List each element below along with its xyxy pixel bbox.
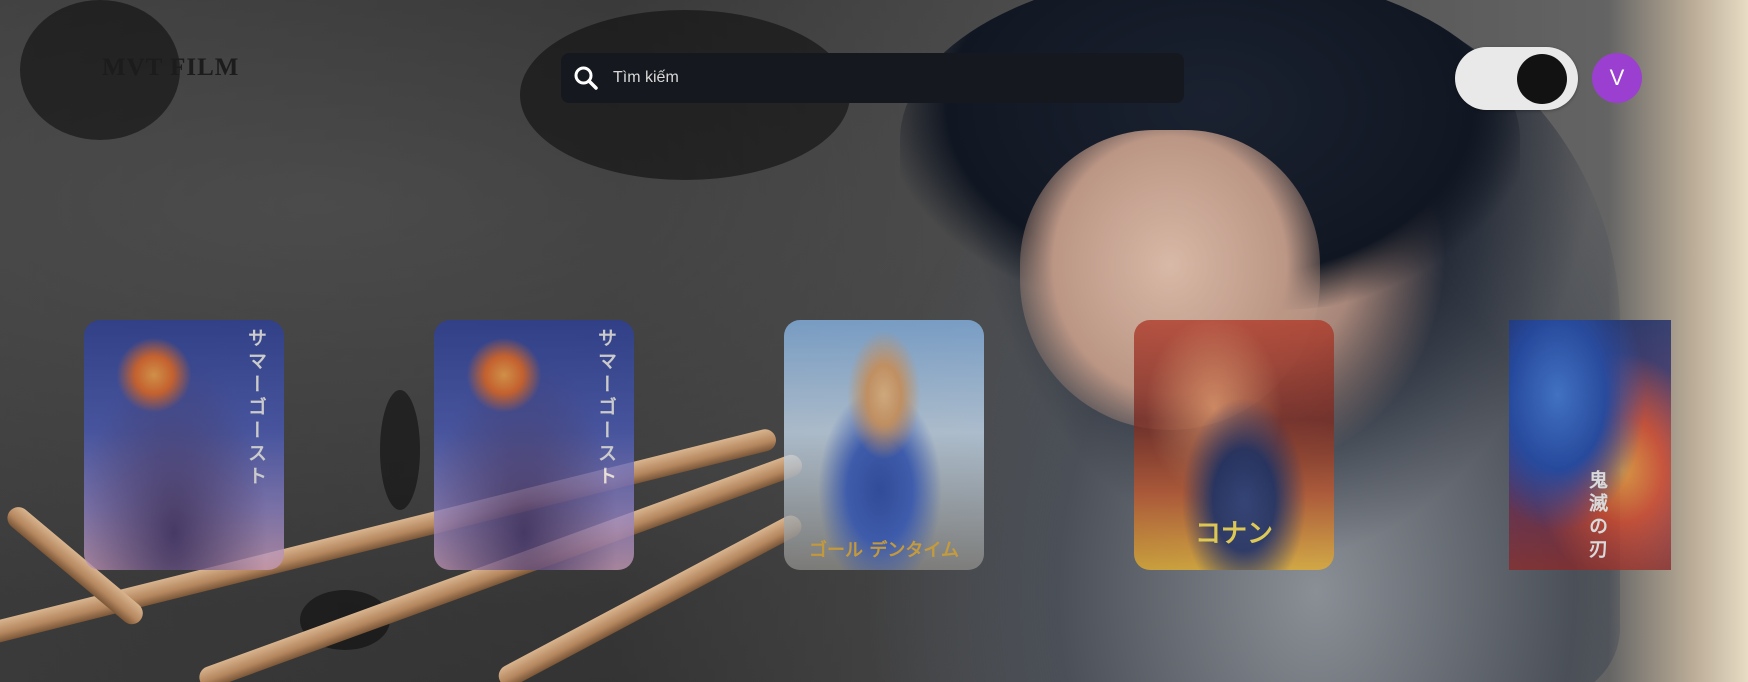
movie-title: ゴール デンタイム: [809, 540, 959, 561]
movie-poster: 鬼滅の刃: [1509, 320, 1671, 570]
search-icon[interactable]: [571, 63, 601, 93]
site-logo[interactable]: MVT FILM: [102, 54, 239, 82]
movie-title: サマーゴースト: [245, 328, 267, 489]
search-input[interactable]: [611, 68, 1184, 88]
movie-poster: コナン: [1134, 320, 1334, 570]
avatar[interactable]: V: [1592, 53, 1642, 103]
movie-card[interactable]: ゴール デンタイム: [784, 320, 984, 570]
ink-splat: [380, 390, 420, 510]
toggle-knob: [1517, 54, 1567, 104]
search-bar[interactable]: [561, 53, 1184, 103]
movie-card[interactable]: 鬼滅の刃: [1509, 320, 1671, 570]
movie-poster: サマーゴースト: [84, 320, 284, 570]
movie-poster: サマーゴースト: [434, 320, 634, 570]
movie-card[interactable]: サマーゴースト: [434, 320, 634, 570]
movie-title: サマーゴースト: [595, 328, 617, 489]
movie-card[interactable]: コナン: [1134, 320, 1334, 570]
movie-title: コナン: [1194, 519, 1273, 549]
theme-toggle[interactable]: [1455, 47, 1578, 110]
movie-title: 鬼滅の刃: [1586, 470, 1608, 562]
page: MVT FILM V サマーゴースト サマーゴースト ゴール デンタイム コナン: [0, 0, 1748, 682]
movie-poster: ゴール デンタイム: [784, 320, 984, 570]
movie-card[interactable]: サマーゴースト: [84, 320, 284, 570]
